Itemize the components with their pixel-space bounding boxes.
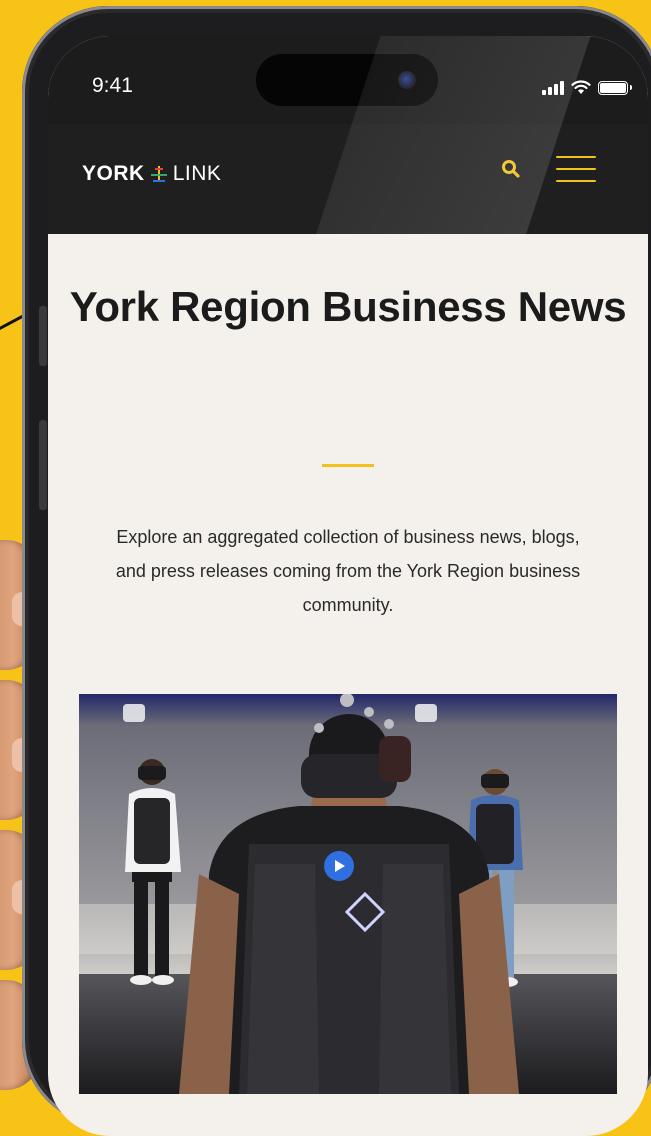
logo-mark-icon	[150, 166, 167, 182]
hero-image[interactable]	[79, 694, 617, 1094]
signal-icon	[542, 81, 564, 95]
wifi-icon	[571, 80, 591, 94]
play-icon[interactable]	[324, 851, 354, 881]
search-button[interactable]	[496, 154, 526, 184]
search-icon	[502, 160, 520, 178]
camera-icon	[398, 71, 416, 89]
logo-text-york: YORK	[82, 162, 145, 185]
status-icons	[542, 80, 632, 95]
york-link-logo[interactable]: YORK LINK	[82, 162, 221, 186]
site-header: YORK LINK	[48, 124, 648, 234]
status-bar: 9:41	[48, 36, 648, 124]
page-title: York Region Business News	[69, 283, 627, 330]
dynamic-island	[256, 54, 438, 106]
menu-button[interactable]	[556, 152, 596, 186]
intro-text: Explore an aggregated collection of busi…	[115, 527, 581, 615]
logo-text-link: LINK	[172, 162, 222, 185]
menu-icon-bar	[556, 180, 596, 182]
battery-icon	[598, 81, 632, 95]
status-time: 9:41	[92, 74, 133, 97]
menu-icon-bar	[556, 156, 596, 158]
phone-screen: 9:41 YORK LINK York Region Business News…	[48, 36, 648, 1136]
menu-icon-bar	[556, 168, 596, 170]
vr-scene-illustration	[79, 694, 617, 1094]
title-divider	[322, 464, 374, 467]
